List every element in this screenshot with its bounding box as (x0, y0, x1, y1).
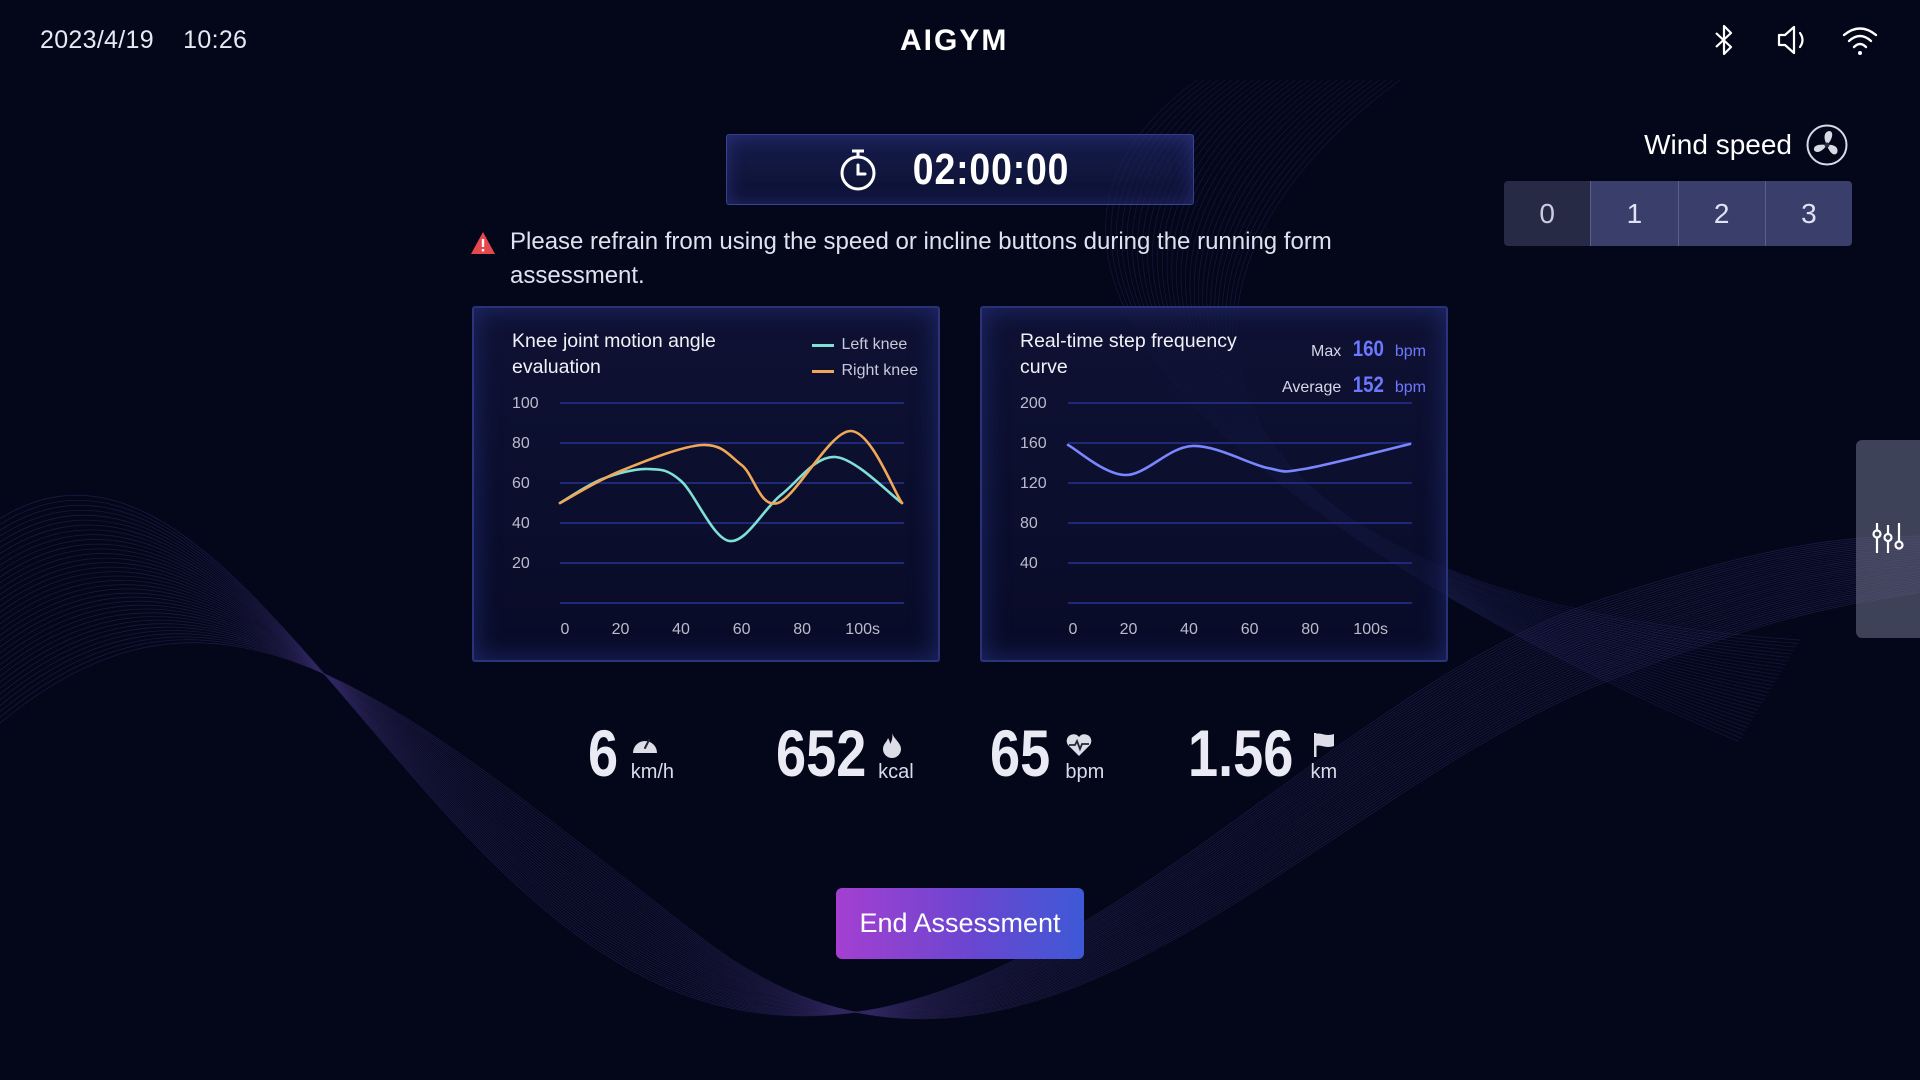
legend-swatch-right-knee (811, 369, 834, 373)
metric-value: 6 (588, 716, 619, 790)
wind-speed-header: Wind speed (1644, 124, 1848, 166)
step-frequency-chart-panel: 200 160 120 80 40 0 20 40 60 80 100s Real-time ste… (980, 306, 1448, 662)
fan-icon (1806, 124, 1848, 166)
y-tick-label: 200 (1020, 395, 1047, 412)
legend-label: Right knee (841, 362, 919, 379)
system-status-icons (1704, 20, 1880, 60)
x-tick-label: 0 (561, 621, 570, 638)
metric-value: 65 (990, 716, 1051, 790)
flag-icon (1314, 733, 1335, 757)
metric-unit: kcal (878, 761, 914, 783)
sliders-icon (1872, 523, 1904, 553)
series-line-right-knee (558, 429, 904, 505)
max-unit: bpm (1394, 343, 1426, 360)
wind-speed-option-3[interactable]: 3 (1764, 181, 1852, 246)
y-tick-label: 80 (512, 435, 530, 452)
x-tick-label: 0 (1069, 621, 1078, 638)
x-tick-label: 20 (612, 621, 630, 638)
wind-speed-option-2[interactable]: 2 (1677, 181, 1765, 246)
stopwatch-icon (840, 149, 876, 190)
y-tick-label: 120 (1020, 475, 1047, 492)
legend-right-knee: Right knee (811, 358, 919, 384)
flame-icon (883, 733, 902, 758)
step-frequency-stats: Max 160 bpm Average 152 bpm (1282, 332, 1426, 404)
bluetooth-icon[interactable] (1704, 20, 1744, 60)
time: 10:26 (183, 26, 248, 54)
wind-speed-option-0[interactable]: 0 (1504, 181, 1591, 246)
series-line-left-knee (558, 455, 904, 543)
metric-calories: 652 kcal (776, 716, 914, 790)
metric-distance: 1.56 km (1188, 716, 1338, 790)
timer-value: 02:00:00 (912, 144, 1070, 194)
series-line-step-frequency (1066, 442, 1412, 477)
legend-swatch-left-knee (811, 343, 834, 347)
step-chart-title: Real-time step frequency curve (1020, 330, 1237, 378)
wind-speed-selector: 0 1 2 3 (1504, 181, 1852, 246)
metric-value: 652 (776, 716, 867, 790)
max-stat: Max 160 bpm (1282, 332, 1426, 368)
metric-unit: bpm (1065, 761, 1105, 783)
max-label: Max (1311, 343, 1342, 360)
metric-speed: 6 km/h (588, 716, 675, 790)
x-tick-label: 100s (845, 621, 880, 638)
knee-angle-chart-panel: 100 80 60 40 20 0 20 40 60 80 100s Knee joint moti… (472, 306, 940, 662)
y-tick-label: 20 (512, 555, 530, 572)
date: 2023/4/19 (40, 26, 154, 54)
x-tick-label: 80 (1301, 621, 1319, 638)
knee-chart-title: Knee joint motion angle evaluation (512, 330, 716, 378)
y-tick-label: 40 (512, 515, 530, 532)
datetime: 2023/4/19 10:26 (40, 26, 269, 55)
x-tick-label: 20 (1120, 621, 1138, 638)
brand-logo: AIGYM (900, 24, 1009, 57)
wind-speed-option-1[interactable]: 1 (1590, 181, 1678, 246)
metric-unit: km/h (630, 761, 675, 783)
x-tick-label: 40 (1180, 621, 1198, 638)
max-value: 160 (1352, 336, 1384, 361)
average-unit: bpm (1394, 379, 1426, 396)
settings-side-tab[interactable] (1856, 440, 1920, 638)
x-tick-label: 60 (733, 621, 751, 638)
x-tick-label: 40 (672, 621, 690, 638)
x-tick-label: 100s (1353, 621, 1388, 638)
y-tick-label: 60 (512, 475, 530, 492)
x-tick-label: 60 (1241, 621, 1259, 638)
legend-left-knee: Left knee (811, 332, 919, 358)
y-tick-label: 160 (1020, 435, 1047, 452)
knee-chart-legend: Left knee Right knee (811, 332, 919, 384)
average-value: 152 (1352, 372, 1384, 397)
wifi-icon[interactable] (1840, 20, 1880, 60)
y-tick-label: 80 (1020, 515, 1038, 532)
metric-value: 1.56 (1188, 716, 1294, 790)
y-tick-label: 100 (512, 395, 539, 412)
x-tick-label: 80 (793, 621, 811, 638)
warning-text: Please refrain from using the speed or i… (510, 228, 1332, 289)
volume-icon[interactable] (1772, 20, 1812, 60)
average-stat: Average 152 bpm (1282, 368, 1426, 404)
metric-heart-rate: 65 bpm (990, 716, 1105, 790)
average-label: Average (1281, 379, 1342, 396)
heart-rate-icon (1067, 734, 1092, 756)
end-assessment-button[interactable]: End Assessment (836, 888, 1084, 959)
y-tick-label: 40 (1020, 555, 1038, 572)
warning-message: Please refrain from using the speed or i… (470, 225, 1400, 293)
warning-triangle-icon (471, 232, 495, 254)
legend-label: Left knee (841, 336, 908, 353)
metric-unit: km (1310, 761, 1338, 783)
wind-speed-label: Wind speed (1644, 129, 1792, 160)
session-timer: 02:00:00 (726, 134, 1194, 205)
speedometer-icon (632, 739, 657, 753)
